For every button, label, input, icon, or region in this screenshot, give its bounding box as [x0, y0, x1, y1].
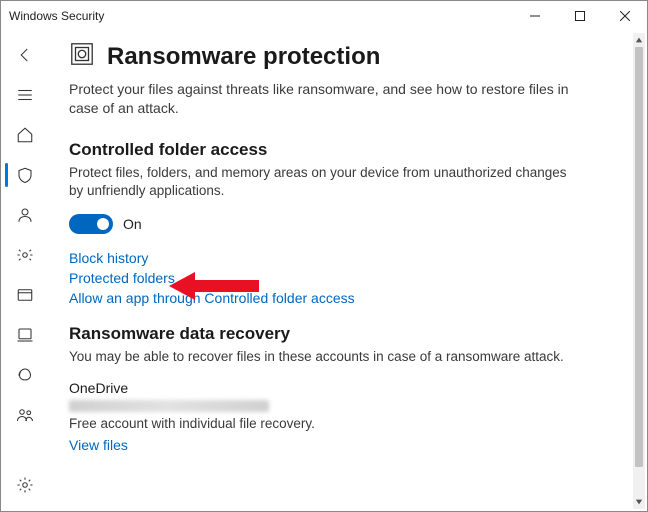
page-title: Ransomware protection: [107, 43, 380, 71]
maximize-button[interactable]: [557, 1, 602, 31]
link-block-history[interactable]: Block history: [69, 250, 607, 266]
scroll-up-icon[interactable]: [633, 33, 645, 47]
toggle-knob: [97, 218, 109, 230]
nav-settings[interactable]: [5, 465, 45, 505]
cfa-description: Protect files, folders, and memory areas…: [69, 164, 569, 200]
cfa-toggle-label: On: [123, 216, 142, 232]
nav-device-security[interactable]: [5, 315, 45, 355]
recovery-heading: Ransomware data recovery: [69, 324, 607, 344]
nav-home[interactable]: [5, 115, 45, 155]
back-button[interactable]: [5, 35, 45, 75]
active-indicator: [5, 163, 8, 187]
link-allow-app[interactable]: Allow an app through Controlled folder a…: [69, 290, 607, 306]
link-view-files[interactable]: View files: [69, 437, 607, 453]
titlebar: Windows Security: [1, 1, 647, 31]
scrollbar[interactable]: [633, 33, 645, 509]
link-protected-folders[interactable]: Protected folders: [69, 270, 607, 286]
windows-security-window: Windows Security: [0, 0, 648, 512]
recovery-description: You may be able to recover files in thes…: [69, 348, 569, 366]
nav-app-browser[interactable]: [5, 275, 45, 315]
page-description: Protect your files against threats like …: [69, 80, 569, 118]
onedrive-note: Free account with individual file recove…: [69, 416, 607, 431]
minimize-button[interactable]: [512, 1, 557, 31]
cfa-toggle[interactable]: [69, 214, 113, 234]
window-title: Windows Security: [9, 9, 104, 23]
nav-firewall[interactable]: [5, 235, 45, 275]
nav-account-protection[interactable]: [5, 195, 45, 235]
nav-family-options[interactable]: [5, 395, 45, 435]
sidebar: [1, 31, 49, 511]
menu-button[interactable]: [5, 75, 45, 115]
window-controls: [512, 1, 647, 31]
nav-virus-protection[interactable]: [5, 155, 45, 195]
nav-device-performance[interactable]: [5, 355, 45, 395]
content-area: Ransomware protection Protect your files…: [49, 31, 647, 511]
cfa-heading: Controlled folder access: [69, 140, 607, 160]
onedrive-label: OneDrive: [69, 380, 607, 396]
scrollbar-thumb[interactable]: [635, 47, 643, 467]
ransomware-icon: [69, 41, 95, 72]
onedrive-account-redacted: [69, 400, 269, 412]
close-button[interactable]: [602, 1, 647, 31]
scroll-down-icon[interactable]: [633, 495, 645, 509]
